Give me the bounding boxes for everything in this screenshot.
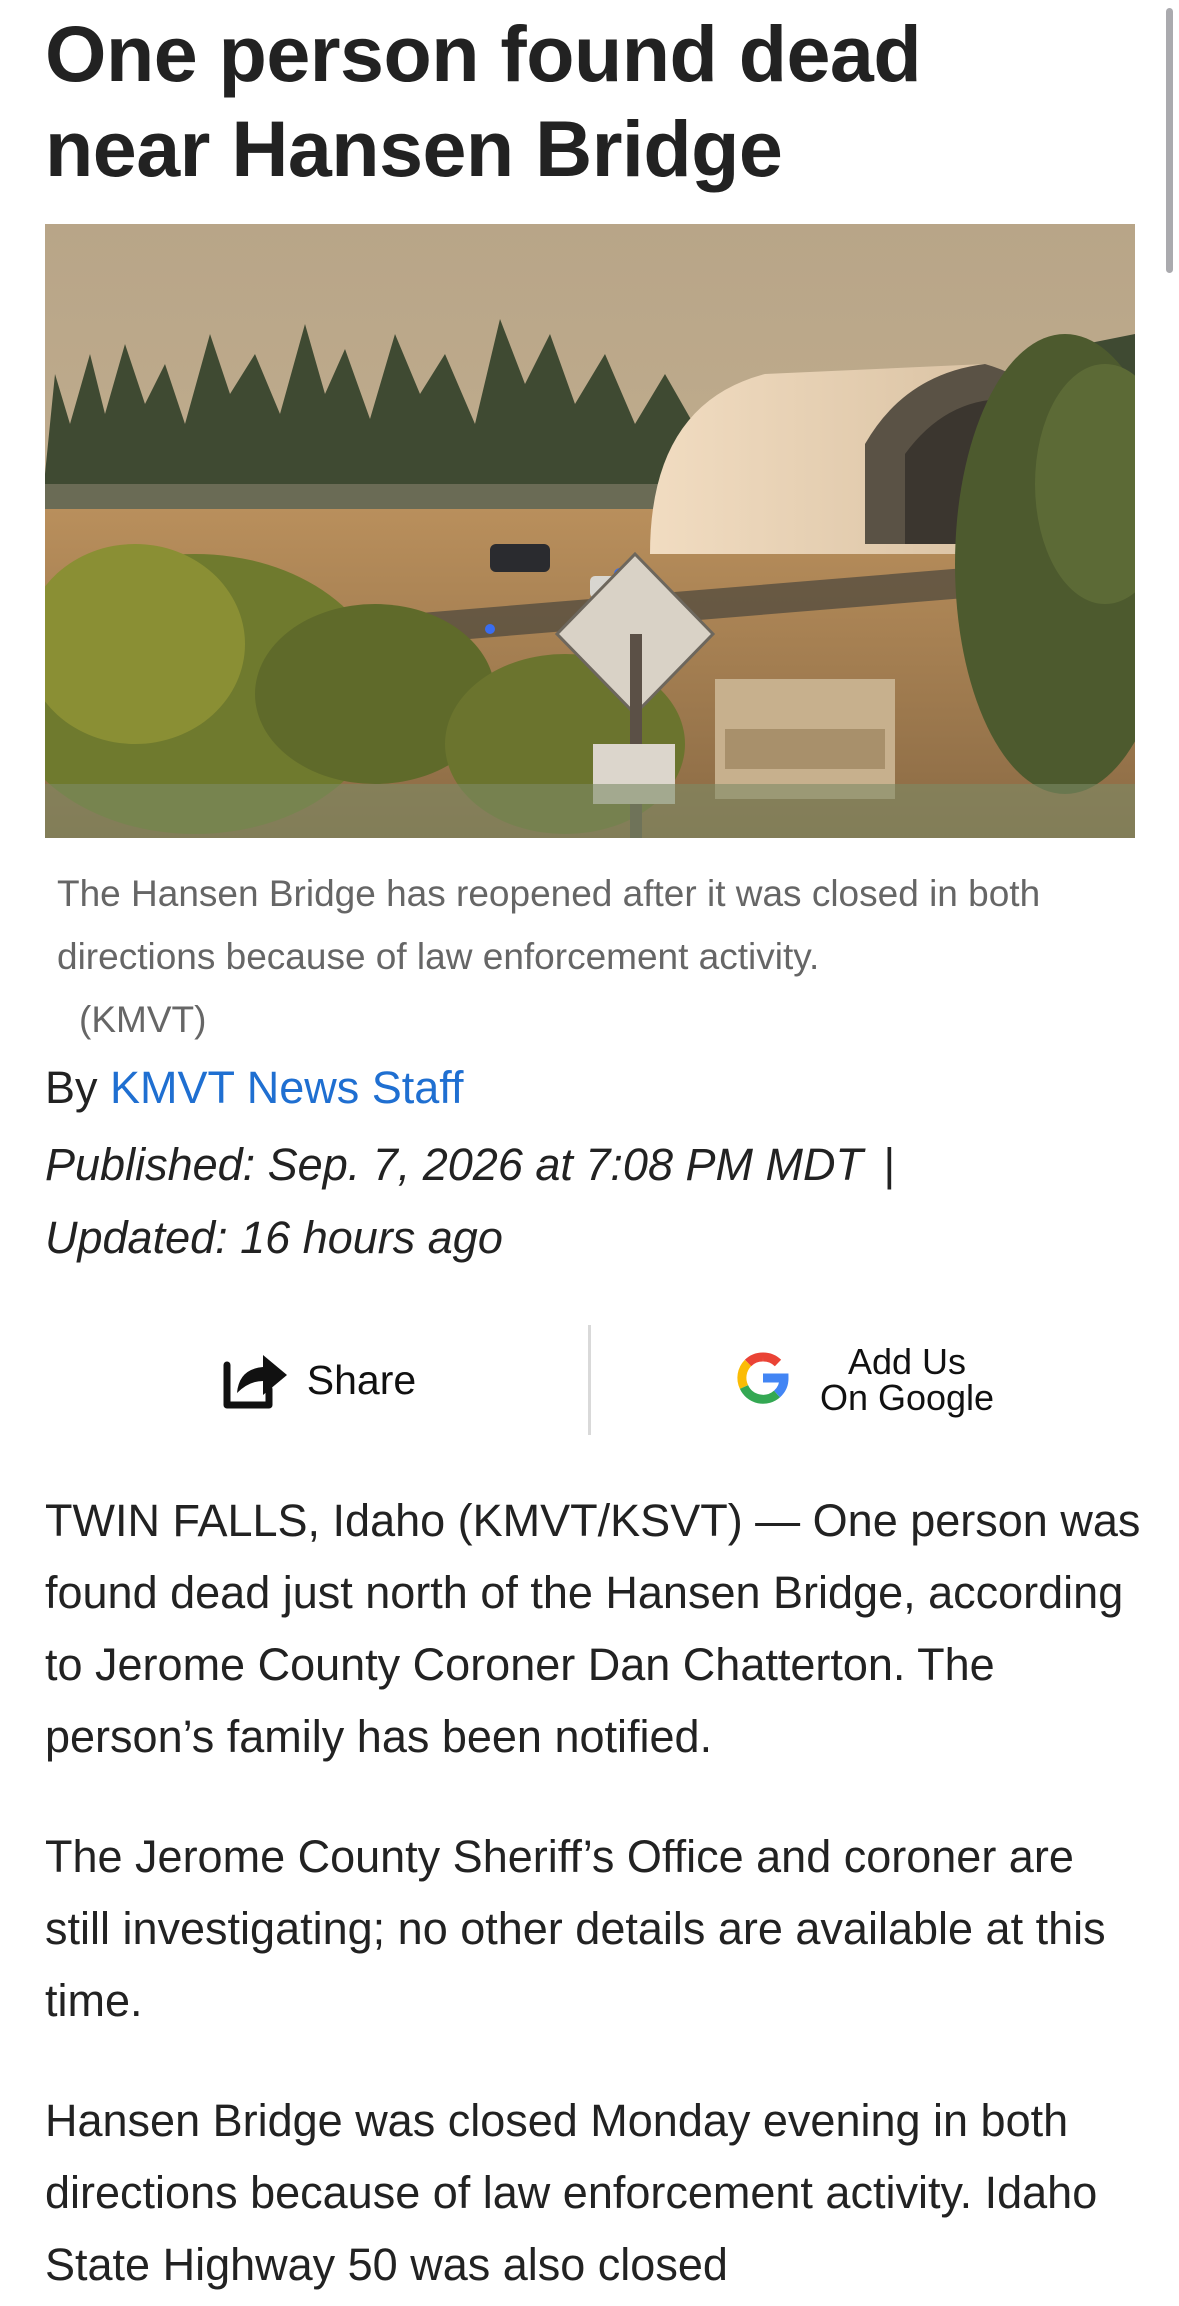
share-icon xyxy=(219,1343,293,1418)
image-caption-text: The Hansen Bridge has reopened after it … xyxy=(57,873,1041,977)
article-page: One person found dead near Hansen Bridge xyxy=(0,0,1179,2306)
share-button[interactable]: Share xyxy=(45,1325,590,1435)
share-bar: Share Add Us On Google xyxy=(45,1325,1135,1435)
add-us-on-google-button[interactable]: Add Us On Google xyxy=(591,1325,1135,1435)
byline-prefix: By xyxy=(45,1062,98,1113)
article-dates: Published: Sep. 7, 2026 at 7:08 PM MDT |… xyxy=(45,1128,1145,1274)
photo-scene xyxy=(45,224,1135,838)
date-separator: | xyxy=(883,1139,896,1190)
image-credit: (KMVT) xyxy=(79,999,207,1040)
paragraph: Hansen Bridge was closed Monday evening … xyxy=(45,2095,1098,2290)
share-label: Share xyxy=(306,1356,417,1403)
author-link[interactable]: KMVT News Staff xyxy=(110,1062,463,1113)
updated-timestamp: Updated: 16 hours ago xyxy=(45,1212,503,1263)
scrollbar[interactable] xyxy=(1166,8,1173,273)
google-label-line2: On Google xyxy=(819,1377,995,1418)
article-body: TWIN FALLS, Idaho (KMVT/KSVT) — One pers… xyxy=(45,1485,1145,2306)
add-us-on-google-label: Add Us On Google xyxy=(820,1344,994,1416)
google-icon xyxy=(732,1347,794,1414)
published-timestamp: Published: Sep. 7, 2026 at 7:08 PM MDT xyxy=(45,1139,863,1190)
article-photo[interactable] xyxy=(45,224,1135,838)
byline: By KMVT News Staff xyxy=(45,1058,463,1118)
paragraph: The Jerome County Sheriff’s Office and c… xyxy=(45,1831,1106,2026)
article-headline: One person found dead near Hansen Bridge xyxy=(45,9,922,193)
paragraph: TWIN FALLS, Idaho (KMVT/KSVT) — One pers… xyxy=(45,1495,1141,1762)
google-label-line1: Add Us xyxy=(847,1341,967,1382)
image-caption: The Hansen Bridge has reopened after it … xyxy=(57,862,1127,1051)
